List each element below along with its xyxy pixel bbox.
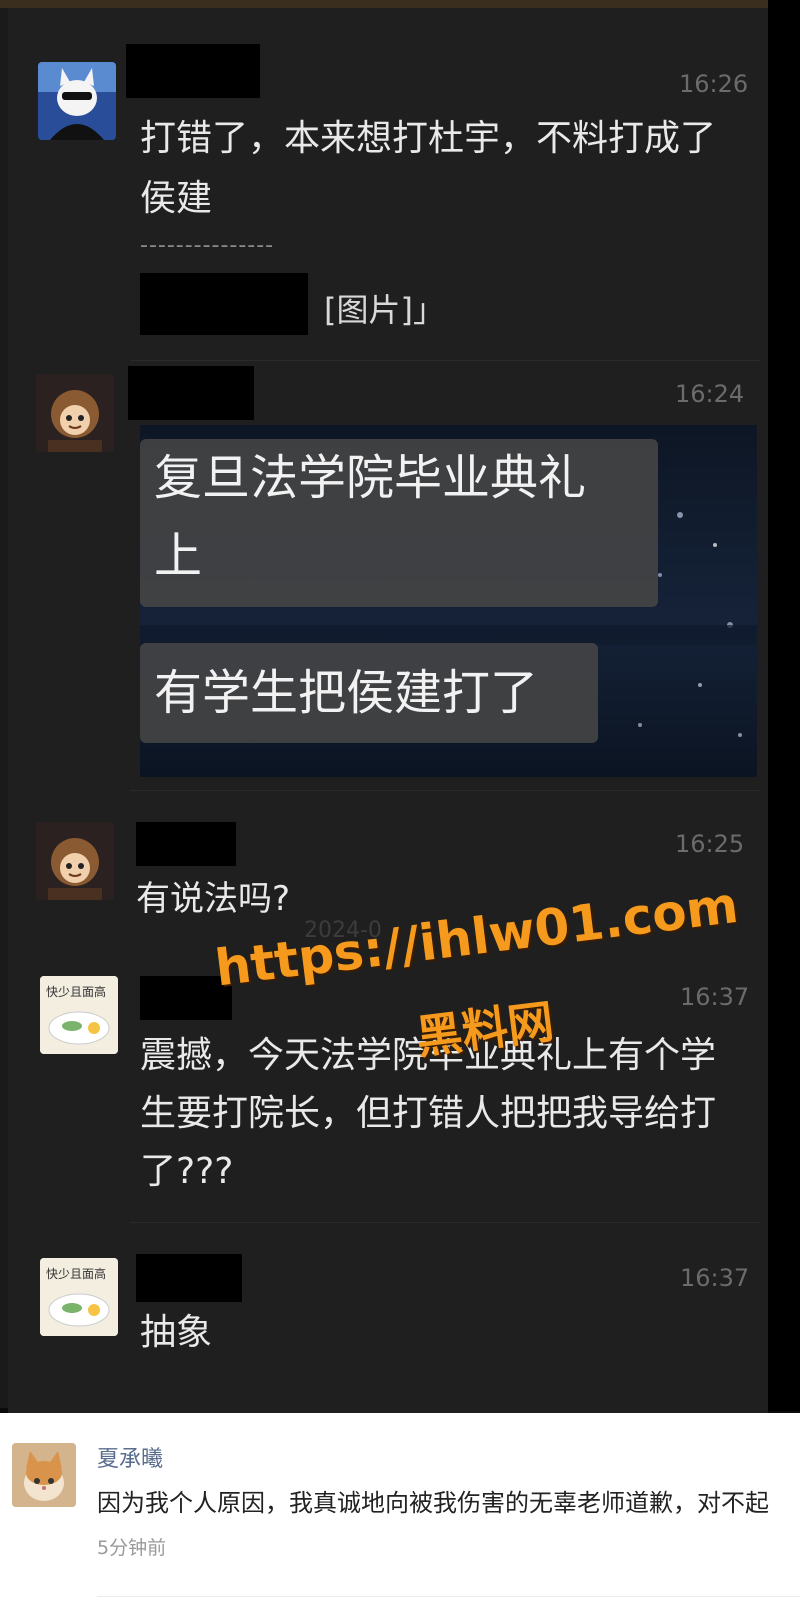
avatar[interactable] [36,822,114,900]
quote-text[interactable]: [图片]」 [324,285,445,331]
message-text: 了??? [140,1151,234,1192]
caption-line: 上 [154,528,203,584]
comment-username[interactable]: 夏承曦 [97,1441,163,1473]
message-time: 16:25 [675,830,745,858]
svg-text:快少且面高: 快少且面高 [46,984,106,999]
quote-redacted [140,273,308,335]
avatar[interactable]: 快少且面高 [40,1258,118,1336]
message-time: 16:37 [680,983,750,1011]
comment-text: 因为我个人原因，我真诚地向被我伤害的无辜老师道歉，对不起 [97,1489,769,1517]
comment-avatar[interactable] [12,1443,76,1507]
message-text: 生要打院长，但打错人把把我导给打 [140,1093,717,1134]
svg-text:快少且面高: 快少且面高 [46,1266,106,1281]
top-strip [0,0,770,8]
caption-line: 复旦法学院毕业典礼 [154,450,587,506]
message-time: 16:24 [675,380,745,408]
right-edge [768,0,800,1411]
video-caption-2: 有学生把侯建打了 [140,643,598,743]
left-edge [0,8,8,1408]
message-text: 打错了，本来想打杜宇，不料打成了 [140,118,717,159]
cat-sunglasses-icon [38,62,116,140]
divider [130,1222,760,1223]
noodle-bowl-icon: 快少且面高 [40,1258,118,1336]
sender-name-redacted [136,822,236,866]
kitten-icon [12,1443,76,1507]
avatar[interactable] [38,62,116,140]
comment-divider [97,1596,800,1597]
divider [130,360,760,361]
message-time: 16:37 [680,1264,750,1292]
message-text: 侯建 [140,178,213,219]
sender-name-redacted [128,366,254,420]
divider [130,790,760,791]
quote-separator: --------------- [140,233,275,258]
sender-name-redacted [136,1254,242,1302]
video-screenshot[interactable]: 复旦法学院毕业典礼 上 有学生把侯建打了 [140,425,757,777]
avatar[interactable] [36,374,114,452]
comment-panel: 夏承曦 因为我个人原因，我真诚地向被我伤害的无辜老师道歉，对不起 5分钟前 [0,1413,800,1611]
comment-time: 5分钟前 [97,1537,167,1559]
message-time: 16:26 [679,70,749,98]
avatar[interactable]: 快少且面高 [40,976,118,1054]
message-text: 抽象 [140,1312,213,1353]
sender-name-redacted [126,44,260,98]
video-caption-1: 复旦法学院毕业典礼 上 [140,439,658,607]
monkey-character-icon [36,374,114,452]
noodle-bowl-icon: 快少且面高 [40,976,118,1054]
message-text: 有说法吗? [136,879,291,919]
monkey-character-icon [36,822,114,900]
